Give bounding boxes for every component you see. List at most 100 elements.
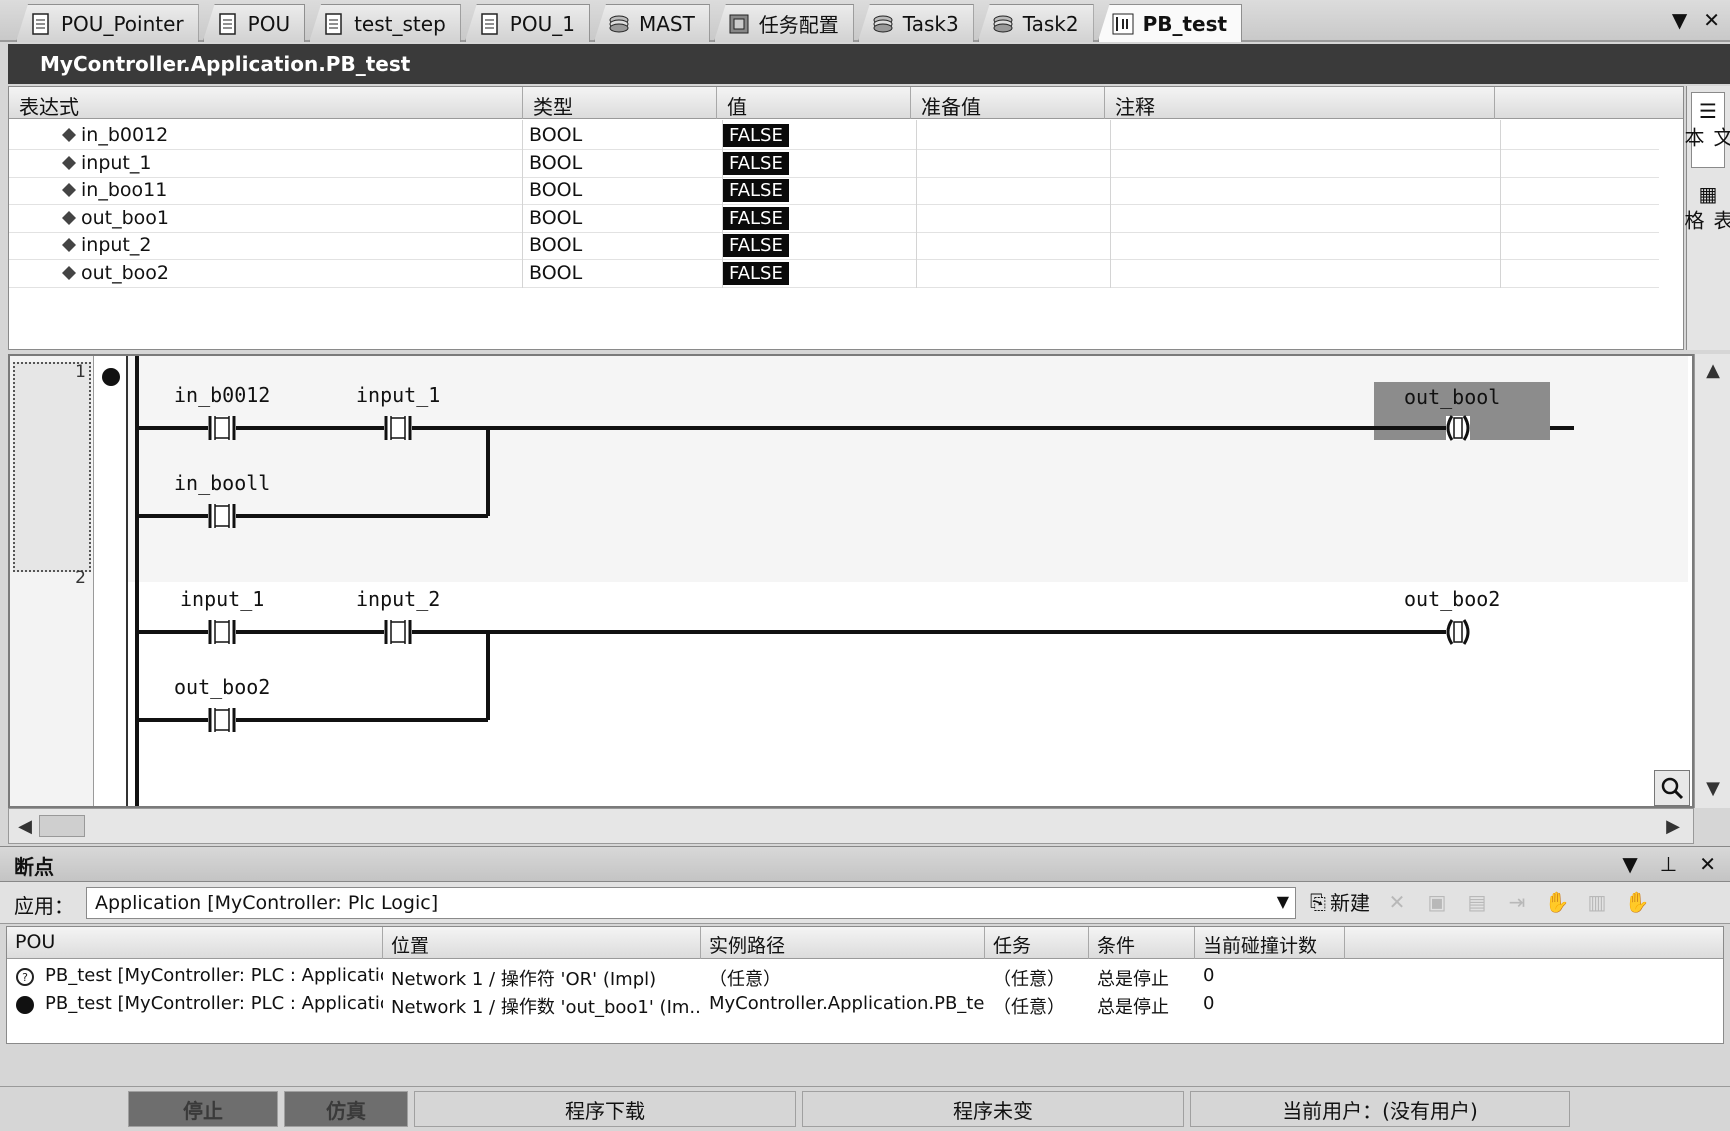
contact-label[interactable]: input_1 xyxy=(180,587,264,611)
breakpoint-gutter[interactable] xyxy=(94,356,128,806)
enable-icon[interactable]: ▤ xyxy=(1464,889,1490,915)
task-icon xyxy=(607,12,631,36)
watch-type: BOOL xyxy=(529,175,723,205)
watch-value-cell: FALSE xyxy=(723,257,917,288)
horizontal-scrollbar[interactable]: ◀ ▶ xyxy=(8,808,1694,844)
col-pou[interactable]: POU xyxy=(7,927,383,959)
disable-all-icon[interactable]: ▥ xyxy=(1584,889,1610,915)
contact-label[interactable]: in_booll xyxy=(174,471,270,495)
close-panel-icon[interactable]: ✕ xyxy=(1699,852,1716,876)
watch-row[interactable]: out_boo1 BOOL FALSE xyxy=(9,202,1659,233)
breakpoint-marker-icon[interactable] xyxy=(102,368,120,386)
contact-label[interactable]: out_boo2 xyxy=(174,675,270,699)
watch-row[interactable]: input_2 BOOL FALSE xyxy=(9,230,1659,260)
stop-status[interactable]: 停止 xyxy=(128,1091,278,1127)
delete-icon[interactable]: ✕ xyxy=(1384,889,1410,915)
contact-symbol xyxy=(208,416,236,440)
tab-label: Task2 xyxy=(1022,11,1079,36)
watch-row[interactable]: input_1 BOOL FALSE xyxy=(9,147,1659,178)
watch-prepared-value[interactable] xyxy=(917,175,1111,205)
enable-all-icon[interactable]: ✋ xyxy=(1544,889,1570,915)
tab--[interactable]: 任务配置 xyxy=(713,4,854,42)
col-location[interactable]: 位置 xyxy=(383,927,701,959)
watch-row[interactable]: out_boo2 BOOL FALSE xyxy=(9,257,1659,288)
close-tab-icon[interactable]: ✕ xyxy=(1703,8,1720,32)
col-value[interactable]: 值 xyxy=(717,87,911,119)
network-number-gutter: 1 2 xyxy=(10,356,94,806)
col-expression[interactable]: 表达式 xyxy=(9,87,523,119)
simulation-status[interactable]: 仿真 xyxy=(284,1091,408,1127)
watch-type: BOOL xyxy=(529,202,723,233)
task-config-icon xyxy=(727,12,751,36)
col-type[interactable]: 类型 xyxy=(523,87,717,119)
watch-prepared-value[interactable] xyxy=(917,120,1111,150)
properties-icon[interactable]: ▣ xyxy=(1424,889,1450,915)
tab-pou-1[interactable]: POU_1 xyxy=(464,4,590,42)
breakpoint-disabled-icon: ? xyxy=(16,968,34,986)
bp-task: （任意） xyxy=(993,969,1065,990)
panel-menu-icon[interactable]: ▼ xyxy=(1622,852,1637,876)
watch-type: BOOL xyxy=(529,230,723,260)
watch-prepared-value[interactable] xyxy=(917,147,1111,178)
col-task[interactable]: 任务 xyxy=(985,927,1089,959)
coil-label[interactable]: out_bool xyxy=(1404,385,1500,409)
document-icon xyxy=(478,12,502,36)
watch-type: BOOL xyxy=(529,257,723,288)
new-breakpoint-button[interactable]: ⎘ 新建 xyxy=(1310,887,1370,916)
col-prepared-value[interactable]: 准备值 xyxy=(911,87,1105,119)
scroll-up-icon[interactable]: ▲ xyxy=(1699,356,1727,384)
vertical-scrollbar[interactable]: ▲ ▼ xyxy=(1694,354,1730,808)
zoom-icon[interactable] xyxy=(1654,770,1690,806)
scroll-down-icon[interactable]: ▼ xyxy=(1699,774,1727,802)
status-bar: 停止 仿真 程序下载 程序未变 当前用户：(没有用户) xyxy=(0,1086,1730,1131)
chevron-down-icon[interactable]: ▼ xyxy=(1277,892,1289,911)
col-comment[interactable]: 注释 xyxy=(1105,87,1495,119)
goto-source-icon[interactable]: ⇥ xyxy=(1504,889,1530,915)
watch-prepared-value[interactable] xyxy=(917,257,1111,288)
application-select[interactable]: Application [MyController: Plc Logic] ▼ xyxy=(86,887,1296,919)
watch-row[interactable]: in_b0012 BOOL FALSE xyxy=(9,120,1659,150)
scroll-right-icon[interactable]: ▶ xyxy=(1659,812,1687,840)
text-view-tab[interactable]: ☰ 文本 xyxy=(1681,92,1730,168)
tab-pou[interactable]: POU xyxy=(202,4,306,42)
watch-expression: in_boo11 xyxy=(81,175,523,205)
tab-pou-pointer[interactable]: POU_Pointer xyxy=(16,4,199,42)
watch-comment xyxy=(1111,230,1501,260)
breakpoint-row[interactable]: PB_test [MyController: PLC : Application… xyxy=(7,989,1723,1019)
tab-task3[interactable]: Task3 xyxy=(857,4,974,42)
scroll-left-icon[interactable]: ◀ xyxy=(11,812,39,840)
coil-label[interactable]: out_boo2 xyxy=(1404,587,1500,611)
ladder-editor[interactable]: 1 2 in_b0012 input_1 in_booll out_bool i… xyxy=(8,354,1694,808)
tab-pb-test[interactable]: PB_test xyxy=(1097,4,1243,42)
coil-symbol xyxy=(1446,415,1470,441)
col-hit-count[interactable]: 当前碰撞计数 xyxy=(1195,927,1345,959)
tab-list-dropdown-icon[interactable]: ▼ xyxy=(1672,8,1687,32)
watch-expression: out_boo1 xyxy=(81,202,523,233)
watch-comment xyxy=(1111,202,1501,233)
contact-label[interactable]: input_1 xyxy=(356,383,440,407)
col-condition[interactable]: 条件 xyxy=(1089,927,1195,959)
bp-pou: PB_test [MyController: PLC : Application… xyxy=(45,965,383,986)
tab-task2[interactable]: Task2 xyxy=(977,4,1094,42)
watch-table-header: 表达式 类型 值 准备值 注释 xyxy=(9,87,1683,119)
network-number-2: 2 xyxy=(75,568,86,588)
contact-label[interactable]: input_2 xyxy=(356,587,440,611)
watch-prepared-value[interactable] xyxy=(917,202,1111,233)
watch-prepared-value[interactable] xyxy=(917,230,1111,260)
watch-row[interactable]: in_boo11 BOOL FALSE xyxy=(9,175,1659,205)
watch-value-cell: FALSE xyxy=(723,120,917,150)
table-view-tab[interactable]: ▦ 表格 xyxy=(1681,176,1730,252)
contact-label[interactable]: in_b0012 xyxy=(174,383,270,407)
scroll-thumb[interactable] xyxy=(39,815,85,837)
network-1-selection[interactable] xyxy=(13,362,91,572)
table-view-label: 表格 xyxy=(1681,210,1730,230)
col-instance-path[interactable]: 实例路径 xyxy=(701,927,985,959)
pin-icon[interactable]: ⊥ xyxy=(1660,852,1677,876)
svg-text:?: ? xyxy=(22,971,28,984)
tab-mast[interactable]: MAST xyxy=(593,4,710,42)
tab-test-step[interactable]: test_step xyxy=(309,4,461,42)
delete-all-icon[interactable]: ✋ xyxy=(1624,889,1650,915)
watch-value: FALSE xyxy=(723,234,789,257)
text-view-label: 文本 xyxy=(1681,127,1730,147)
breakpoint-row[interactable]: ? PB_test [MyController: PLC : Applicatio… xyxy=(7,961,1723,991)
